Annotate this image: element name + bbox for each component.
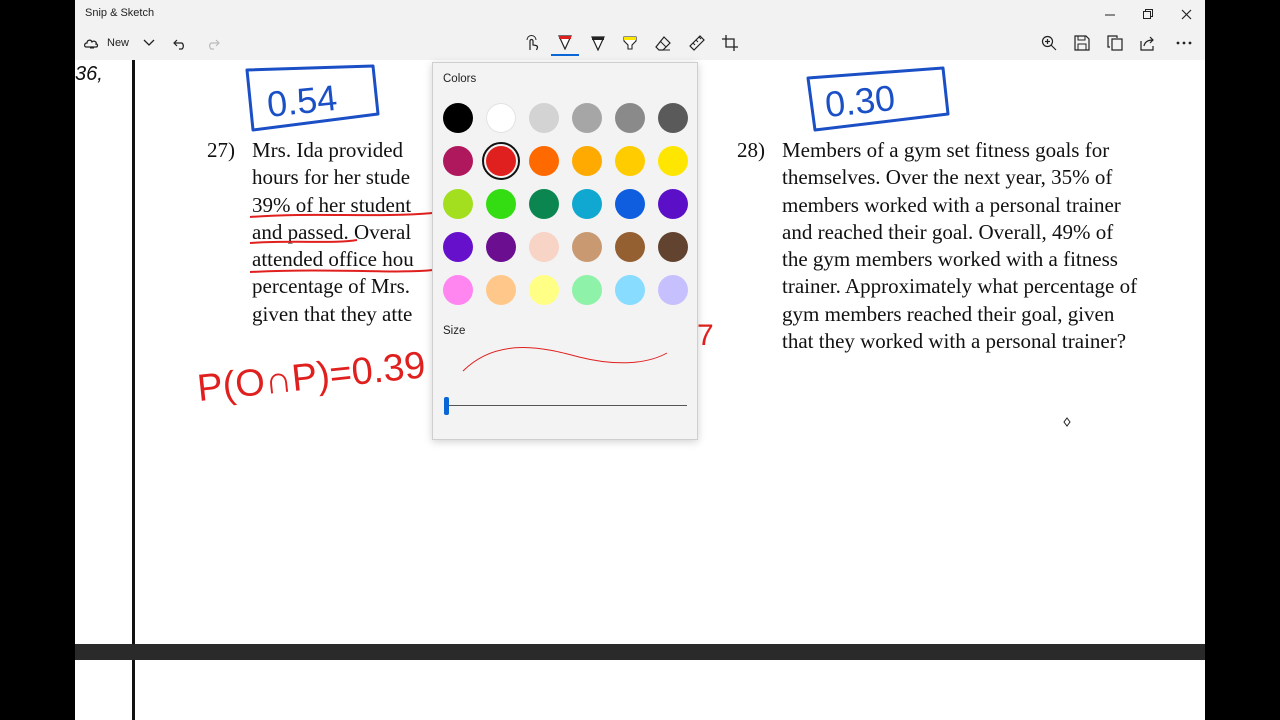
save-icon	[1074, 35, 1090, 51]
answer-right-text: 0.30	[823, 77, 897, 125]
red-underlines	[249, 212, 434, 273]
copy-icon	[1107, 35, 1123, 51]
share-icon	[1140, 36, 1154, 51]
eraser-icon	[655, 36, 671, 51]
color-swatch[interactable]	[529, 189, 559, 219]
highlighter-icon	[623, 36, 637, 50]
color-swatch[interactable]	[615, 275, 645, 305]
new-snip-icon	[84, 39, 99, 49]
colors-label: Colors	[443, 73, 477, 85]
share-button[interactable]	[1137, 30, 1159, 56]
restore-button[interactable]	[1129, 0, 1167, 28]
highlighter-button[interactable]	[619, 30, 641, 56]
eraser-button[interactable]	[652, 30, 674, 56]
color-swatch[interactable]	[529, 275, 559, 305]
more-options-button[interactable]	[1173, 30, 1195, 56]
restore-icon	[1142, 8, 1153, 19]
zoom-button[interactable]	[1038, 30, 1060, 56]
color-swatch[interactable]	[572, 232, 602, 262]
color-swatch[interactable]	[615, 103, 645, 133]
handwritten-formula: P(O∩P)=0.39	[195, 344, 427, 410]
color-swatch[interactable]	[572, 103, 602, 133]
handwritten-partial: 7	[697, 319, 714, 352]
close-icon	[1181, 9, 1191, 19]
size-slider-thumb[interactable]	[444, 397, 449, 415]
new-snip-dropdown[interactable]	[141, 30, 157, 56]
pen-cursor-icon	[1063, 417, 1071, 427]
zoom-icon	[1041, 35, 1057, 51]
minimize-icon	[1104, 14, 1115, 15]
answer-left-text: 0.54	[265, 77, 339, 125]
touch-writing-icon	[526, 35, 539, 51]
new-button-label: New	[107, 37, 130, 49]
undo-button[interactable]	[169, 30, 191, 56]
title-bar: Snip & Sketch	[75, 0, 1205, 28]
color-swatch[interactable]	[443, 103, 473, 133]
touch-writing-button[interactable]	[521, 30, 543, 56]
color-swatch[interactable]	[572, 189, 602, 219]
size-label: Size	[443, 325, 466, 337]
color-swatch[interactable]	[486, 275, 516, 305]
color-swatch[interactable]	[615, 189, 645, 219]
color-swatch[interactable]	[658, 189, 688, 219]
more-icon	[1176, 41, 1192, 45]
redo-button[interactable]	[202, 30, 224, 56]
color-swatch[interactable]	[658, 103, 688, 133]
toolbar: New	[75, 28, 1205, 61]
color-swatch[interactable]	[443, 275, 473, 305]
ruler-button[interactable]	[686, 30, 708, 56]
size-slider-track[interactable]	[447, 405, 687, 406]
crop-icon	[722, 35, 738, 51]
color-swatch[interactable]	[443, 232, 473, 262]
new-snip-button[interactable]: New	[83, 30, 133, 56]
color-swatch[interactable]	[443, 189, 473, 219]
color-swatch[interactable]	[529, 232, 559, 262]
pencil-icon	[591, 36, 605, 51]
color-swatch[interactable]	[572, 146, 602, 176]
color-swatch[interactable]	[482, 142, 520, 180]
color-swatch[interactable]	[486, 232, 516, 262]
color-swatch[interactable]	[658, 275, 688, 305]
close-button[interactable]	[1167, 0, 1205, 28]
snip-and-sketch-window: Snip & Sketch New 27) Mrs. Ida provided …	[75, 0, 1205, 720]
color-swatch[interactable]	[658, 232, 688, 262]
save-button[interactable]	[1071, 30, 1093, 56]
color-swatch[interactable]	[529, 146, 559, 176]
ballpoint-pen-button[interactable]	[551, 30, 579, 56]
redo-icon	[209, 39, 220, 50]
color-swatch[interactable]	[615, 146, 645, 176]
crop-button[interactable]	[719, 30, 741, 56]
window-title: Snip & Sketch	[85, 7, 155, 19]
color-swatch[interactable]	[486, 103, 516, 133]
color-swatch[interactable]	[529, 103, 559, 133]
stroke-size-preview	[462, 347, 668, 372]
color-swatch[interactable]	[572, 275, 602, 305]
answer-box-right: 0.30	[806, 66, 950, 132]
pencil-button[interactable]	[587, 30, 609, 56]
color-swatch[interactable]	[658, 146, 688, 176]
color-swatch[interactable]	[486, 189, 516, 219]
answer-box-left: 0.54	[245, 64, 380, 132]
color-swatch[interactable]	[615, 232, 645, 262]
undo-icon	[173, 39, 184, 50]
ruler-icon	[689, 35, 705, 51]
chevron-down-icon	[143, 39, 155, 46]
ballpoint-pen-icon	[558, 35, 572, 50]
copy-button[interactable]	[1104, 30, 1126, 56]
corner-scribble: 36,	[75, 63, 103, 85]
pen-color-flyout: Colors Size	[432, 62, 698, 440]
color-swatch[interactable]	[443, 146, 473, 176]
minimize-button[interactable]	[1091, 0, 1129, 28]
